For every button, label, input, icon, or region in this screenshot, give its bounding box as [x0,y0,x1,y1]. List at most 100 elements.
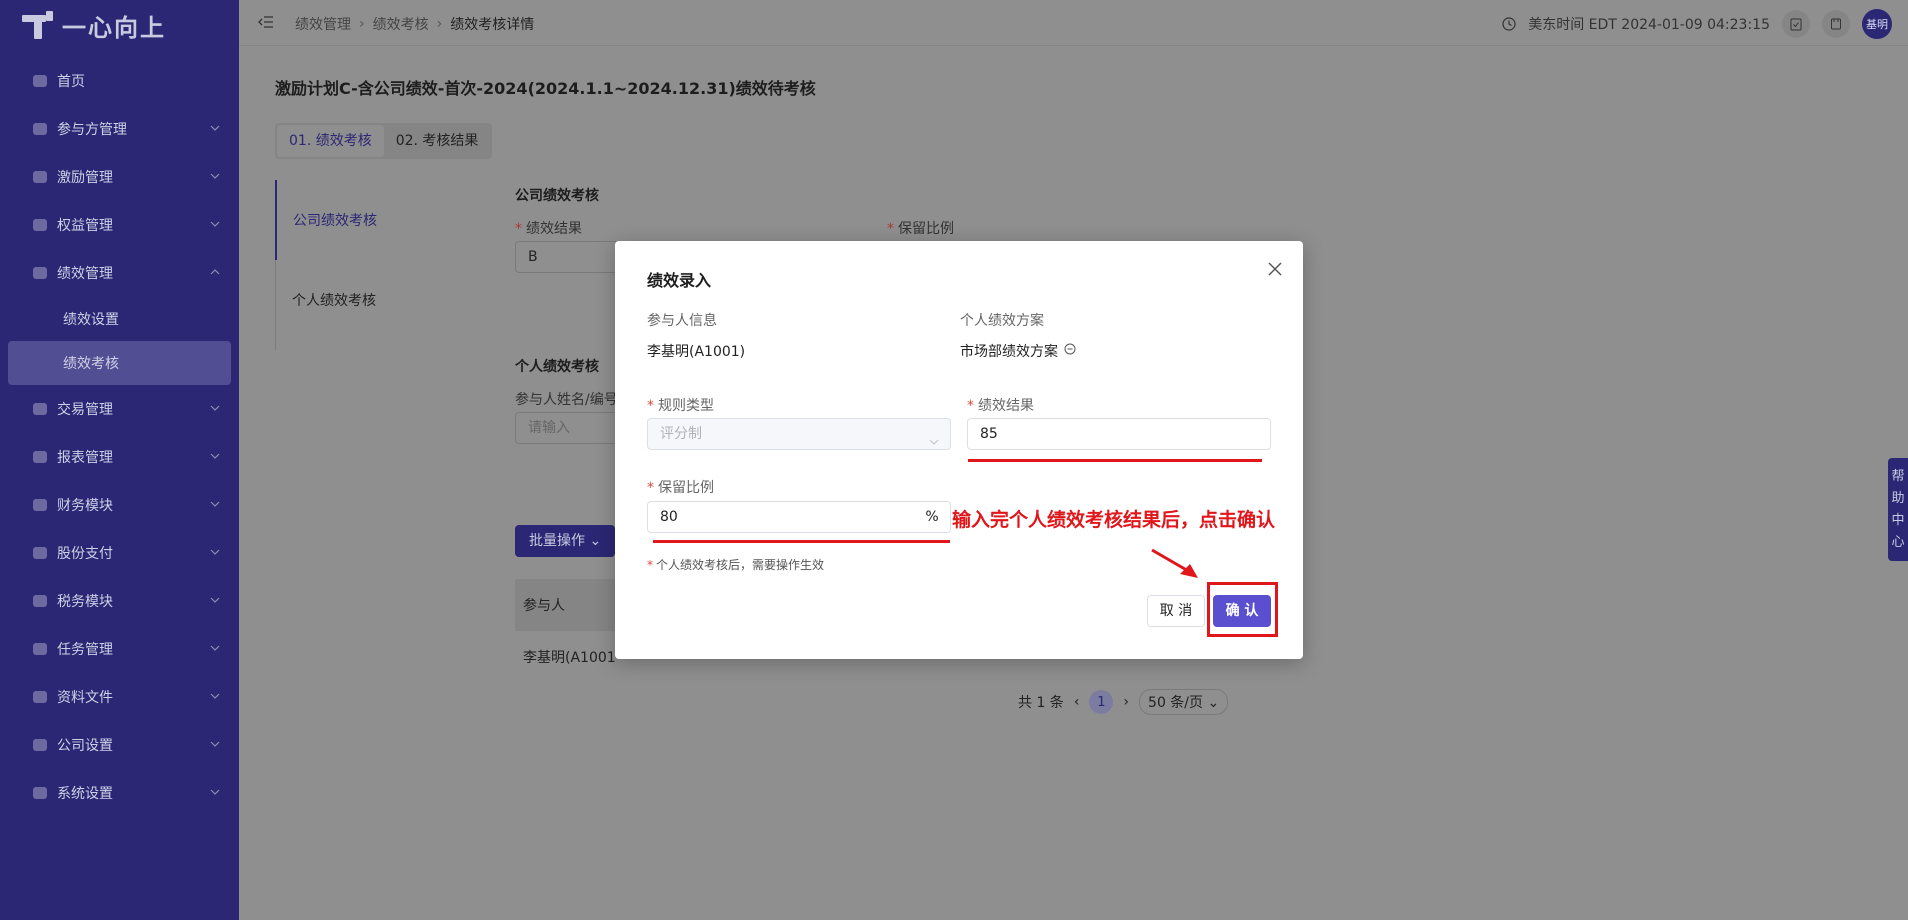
sidebar-item-11[interactable]: 资料文件 [0,673,239,721]
share-pay-icon [31,544,49,562]
tab-company-assessment[interactable]: 公司绩效考核 [275,180,455,260]
ratio-label: * 保留比例 [647,480,714,496]
personal-plan-value: 市场部绩效方案 [960,341,1076,361]
participant-icon [31,120,49,138]
topbar: 绩效管理 › 绩效考核 › 绩效考核详情 美东时间 EDT 2024-01-09… [239,0,1908,46]
chevron-down-icon [209,498,221,510]
sidebar-subitem-1[interactable]: 绩效考核 [8,341,231,385]
sidebar-item-label: 权益管理 [57,218,113,234]
sidebar-item-2[interactable]: 激励管理 [0,153,239,201]
sidebar-item-3[interactable]: 权益管理 [0,201,239,249]
company-ratio-label: * 保留比例 [887,221,954,237]
sidebar-item-label: 任务管理 [57,642,113,658]
sidebar-item-1[interactable]: 参与方管理 [0,105,239,153]
row-participant: 李基明(A1001 [523,650,616,666]
system-icon [31,784,49,802]
finance-icon [31,496,49,514]
chevron-down-icon [209,170,221,182]
tab-personal-assessment[interactable]: 个人绩效考核 [276,260,455,340]
activation-note: * 个人绩效考核后，需要操作生效 [647,558,825,572]
equity-icon [31,216,49,234]
batch-operation-button[interactable]: 批量操作 ⌄ [515,525,616,557]
chevron-down-icon [209,218,221,230]
sidebar-item-label: 激励管理 [57,170,113,186]
page-title: 激励计划C-含公司绩效-首次-2024(2024.1.1~2024.12.31)… [275,79,816,98]
company-icon [31,736,49,754]
chevron-right-icon: › [359,16,365,32]
result-input[interactable]: 85 [967,418,1271,450]
dialog-title: 绩效录入 [647,271,712,290]
chevron-down-icon: ⌄ [589,533,602,549]
help-char: 心 [1891,534,1905,550]
prev-page-icon[interactable]: ‹ [1074,694,1080,710]
chevron-down-icon [928,429,940,445]
sidebar-item-13[interactable]: 系统设置 [0,769,239,817]
rule-type-select[interactable]: 评分制 [647,418,951,450]
help-char: 帮 [1891,468,1905,484]
chevron-down-icon [209,402,221,414]
clock-icon [1502,17,1516,31]
breadcrumb-item-current: 绩效考核详情 [450,17,535,33]
home-icon [31,72,49,90]
chevron-down-icon [209,642,221,654]
personal-section-title: 个人绩效考核 [515,359,599,375]
sidebar-item-12[interactable]: 公司设置 [0,721,239,769]
help-char: 助 [1891,490,1905,506]
task-clipboard-icon[interactable] [1782,10,1810,38]
sidebar-item-5[interactable]: 交易管理 [0,385,239,433]
result-underline-annotation [968,459,1262,462]
next-page-icon[interactable]: › [1123,694,1129,710]
sidebar-item-label: 财务模块 [57,498,113,514]
task-icon [31,640,49,658]
personal-search-label: 参与人姓名/编号 [515,392,618,408]
performance-entry-dialog: 绩效录入 参与人信息 李基明(A1001) 个人绩效方案 市场部绩效方案 * 规则… [615,241,1303,659]
sidebar-item-label: 绩效管理 [57,266,113,282]
breadcrumb-item-performance[interactable]: 绩效管理 [295,14,351,34]
pagination: 共 1 条 ‹ 1 › 50 条/页 ⌄ [1018,689,1229,715]
help-char: 中 [1891,512,1905,528]
sidebar-subitem-0[interactable]: 绩效设置 [0,297,239,341]
sidebar-item-0[interactable]: 首页 [0,57,239,105]
notification-icon[interactable] [1822,10,1850,38]
chevron-down-icon [209,546,221,558]
tab-step-result[interactable]: 02. 考核结果 [384,125,491,157]
sidebar-nav: 首页参与方管理激励管理权益管理绩效管理绩效设置 绩效考核交易管理报表管理财务模块股… [0,57,239,817]
personal-plan-text: 市场部绩效方案 [960,344,1058,360]
percent-suffix: % [914,501,951,533]
breadcrumb-item-assessment[interactable]: 绩效考核 [373,14,429,34]
participant-info-label: 参与人信息 [647,313,717,329]
cancel-button[interactable]: 取 消 [1147,595,1205,627]
timezone-time: 美东时间 EDT 2024-01-09 04:23:15 [1528,17,1770,33]
sidebar-item-7[interactable]: 财务模块 [0,481,239,529]
tab-step-assessment[interactable]: 01. 绩效考核 [277,125,384,157]
avatar[interactable]: 基明 [1862,9,1892,39]
breadcrumb: 绩效管理 › 绩效考核 › 绩效考核详情 [295,14,534,34]
arrow-annotation-icon [1150,548,1202,582]
sidebar-item-6[interactable]: 报表管理 [0,433,239,481]
file-icon [31,688,49,706]
column-participant: 参与人 [523,598,565,614]
vertical-tabs: 公司绩效考核 个人绩效考核 [275,180,455,350]
sidebar-item-4[interactable]: 绩效管理 [0,249,239,297]
page-size-select[interactable]: 50 条/页 ⌄ [1139,689,1229,715]
sidebar-item-label: 参与方管理 [57,122,127,138]
brand-logo[interactable]: 一心向上 [22,8,166,42]
collapse-menu-icon[interactable] [258,14,274,30]
sidebar-item-label: 税务模块 [57,594,113,610]
sidebar-item-label: 系统设置 [57,786,113,802]
rule-type-label: * 规则类型 [647,398,714,414]
help-center-tab[interactable]: 帮 助 中 心 [1888,458,1908,561]
page-number[interactable]: 1 [1089,690,1114,714]
sidebar-item-label: 股份支付 [57,546,113,562]
chevron-right-icon: › [436,16,443,32]
ratio-input[interactable]: 80 [647,501,915,533]
sidebar-item-10[interactable]: 任务管理 [0,625,239,673]
ratio-underline-annotation [653,540,950,543]
sidebar-item-9[interactable]: 税务模块 [0,577,239,625]
personal-plan-label: 个人绩效方案 [960,313,1044,329]
close-icon[interactable] [1265,259,1285,279]
sidebar-item-8[interactable]: 股份支付 [0,529,239,577]
sidebar-item-label: 交易管理 [57,402,113,418]
more-info-icon[interactable] [1064,343,1076,359]
step-tabs: 01. 绩效考核 02. 考核结果 [275,123,493,159]
